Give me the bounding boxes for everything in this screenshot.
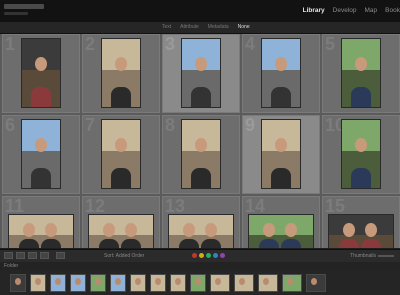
photo-thumbnail[interactable] (262, 39, 300, 107)
grid-cell[interactable]: 1 (2, 34, 80, 113)
grid-cell[interactable]: 6 (2, 115, 80, 194)
cell-index-number: 13 (165, 196, 186, 216)
photo-grid: 1 2 3 4 5 6 7 8 9 10 11 12 13 14 15 (0, 34, 400, 248)
filmstrip-thumbnail[interactable] (150, 273, 166, 292)
grid-cell[interactable]: 9 (242, 115, 320, 194)
compare-view-button[interactable] (28, 252, 37, 259)
cell-index-number: 7 (85, 115, 96, 135)
photo-thumbnail[interactable] (182, 120, 220, 188)
grid-view-button[interactable] (4, 252, 13, 259)
filter-tab-metadata[interactable]: Metadata (208, 24, 229, 30)
library-filter-bar: Text Attribute Metadata None (0, 22, 400, 34)
photo-thumbnail[interactable] (9, 215, 73, 248)
photo-thumbnail[interactable] (22, 39, 60, 107)
grid-cell[interactable]: 3 (162, 34, 240, 113)
cell-index-number: 1 (5, 34, 16, 54)
grid-cell[interactable]: 15 (322, 196, 400, 248)
thumbnail-size-slider[interactable] (378, 255, 394, 257)
grid-cell[interactable]: 10 (322, 115, 400, 194)
filmstrip-thumbnail[interactable] (282, 273, 302, 292)
color-label-dot[interactable] (206, 253, 211, 258)
top-panel: Library Develop Map Book (0, 0, 400, 22)
cell-index-number: 12 (85, 196, 106, 216)
filmstrip-thumbnail[interactable] (234, 273, 254, 292)
photo-thumbnail[interactable] (262, 120, 300, 188)
cell-index-number: 2 (85, 34, 96, 54)
painter-icon[interactable] (56, 252, 65, 259)
grid-cell[interactable]: 7 (82, 115, 160, 194)
color-label-dot[interactable] (220, 253, 225, 258)
sort-dropdown[interactable]: Sort: Added Order (104, 253, 144, 259)
loupe-view-button[interactable] (16, 252, 25, 259)
filmstrip-header: Folder (0, 262, 400, 270)
cell-index-number: 14 (245, 196, 266, 216)
photo-thumbnail[interactable] (169, 215, 233, 248)
filmstrip-thumbnail[interactable] (30, 273, 46, 292)
module-map[interactable]: Map (365, 7, 378, 14)
grid-cell[interactable]: 8 (162, 115, 240, 194)
cell-index-number: 9 (245, 115, 256, 135)
cell-index-number: 15 (325, 196, 346, 216)
grid-cell[interactable]: 13 (162, 196, 240, 248)
cell-index-number: 5 (325, 34, 336, 54)
module-library[interactable]: Library (303, 7, 325, 14)
grid-cell[interactable]: 14 (242, 196, 320, 248)
filmstrip-thumbnail[interactable] (258, 273, 278, 292)
photo-thumbnail[interactable] (102, 120, 140, 188)
filmstrip-thumbnail[interactable] (130, 273, 146, 292)
filmstrip-thumbnail[interactable] (110, 273, 126, 292)
filmstrip-thumbnail[interactable] (170, 273, 186, 292)
survey-view-button[interactable] (40, 252, 49, 259)
filter-tabs: Text Attribute Metadata None (162, 24, 250, 30)
color-label-dot[interactable] (192, 253, 197, 258)
cell-index-number: 11 (5, 196, 25, 216)
grid-cell[interactable]: 4 (242, 34, 320, 113)
cell-index-number: 3 (165, 34, 176, 54)
module-picker: Library Develop Map Book (303, 7, 400, 14)
cell-index-number: 4 (245, 34, 256, 54)
photo-thumbnail[interactable] (342, 39, 380, 107)
photo-thumbnail[interactable] (22, 120, 60, 188)
grid-cell[interactable]: 11 (2, 196, 80, 248)
filmstrip-thumbnail[interactable] (306, 273, 326, 292)
identity-plate-sub (4, 12, 28, 15)
color-label-filter (192, 253, 225, 258)
photo-thumbnail[interactable] (249, 215, 313, 248)
filmstrip-thumbnail[interactable] (50, 273, 66, 292)
photo-thumbnail[interactable] (329, 215, 393, 248)
filmstrip-thumbnail[interactable] (210, 273, 230, 292)
cell-index-number: 6 (5, 115, 16, 135)
filmstrip-thumbnail[interactable] (70, 273, 86, 292)
grid-cell[interactable]: 2 (82, 34, 160, 113)
grid-cell[interactable]: 5 (322, 34, 400, 113)
module-book[interactable]: Book (385, 7, 400, 14)
photo-thumbnail[interactable] (182, 39, 220, 107)
grid-cell[interactable]: 12 (82, 196, 160, 248)
filmstrip (0, 270, 400, 295)
filter-tab-none[interactable]: None (238, 24, 250, 30)
library-toolbar: Sort: Added Order Thumbnails (0, 249, 400, 263)
filmstrip-thumbnail[interactable] (90, 273, 106, 292)
module-develop[interactable]: Develop (333, 7, 357, 14)
filter-tab-attribute[interactable]: Attribute (180, 24, 199, 30)
photo-thumbnail[interactable] (342, 120, 380, 188)
color-label-dot[interactable] (213, 253, 218, 258)
thumbnails-label: Thumbnails (350, 253, 376, 259)
filter-tab-text[interactable]: Text (162, 24, 171, 30)
color-label-dot[interactable] (199, 253, 204, 258)
cell-index-number: 8 (165, 115, 176, 135)
photo-thumbnail[interactable] (89, 215, 153, 248)
filmstrip-source[interactable]: Folder (4, 263, 18, 269)
filmstrip-thumbnail[interactable] (190, 273, 206, 292)
identity-plate (4, 4, 44, 9)
photo-thumbnail[interactable] (102, 39, 140, 107)
filmstrip-thumbnail[interactable] (10, 273, 26, 292)
